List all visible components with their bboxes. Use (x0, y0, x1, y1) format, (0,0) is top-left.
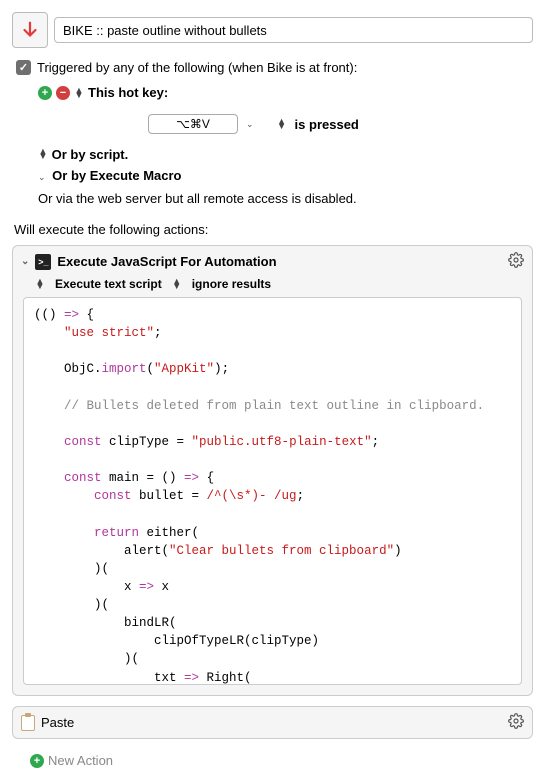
paste-action-gear-button[interactable] (508, 713, 524, 732)
hotkey-trigger-label: This hot key: (88, 85, 168, 100)
hotkey-pressed-label: is pressed (295, 117, 359, 132)
execute-javascript-action[interactable]: ⌄ >_ Execute JavaScript For Automation ▲… (12, 245, 533, 696)
download-arrow-icon (19, 19, 41, 41)
hotkey-state-stepper[interactable]: ▲▼ (277, 119, 287, 129)
action-title: Execute JavaScript For Automation (57, 254, 276, 269)
hotkey-type-chevron[interactable]: ⌄ (246, 119, 254, 130)
execute-macro-trigger-label: Or by Execute Macro (52, 168, 181, 183)
script-trigger-stepper[interactable]: ▲▼ (38, 149, 48, 159)
enabled-checkbox[interactable]: ✓ (16, 60, 31, 75)
trigger-description: Triggered by any of the following (when … (37, 60, 357, 75)
script-text-editor[interactable]: (() => { "use strict"; ObjC.import("AppK… (23, 297, 522, 685)
remove-trigger-button[interactable]: − (56, 86, 70, 100)
new-action-button[interactable]: + New Action (12, 749, 533, 768)
script-source-label: Execute text script (55, 277, 162, 291)
action-gear-button[interactable] (508, 252, 524, 271)
terminal-icon: >_ (35, 254, 51, 270)
gear-icon (508, 252, 524, 268)
action-disclose-chevron[interactable]: ⌄ (21, 256, 29, 267)
gear-icon (508, 713, 524, 729)
script-results-label: ignore results (192, 277, 271, 291)
add-trigger-button[interactable]: + (38, 86, 52, 100)
script-results-stepper[interactable]: ▲▼ (172, 279, 182, 289)
macro-icon-well[interactable] (12, 12, 48, 48)
remote-access-note: Or via the web server but all remote acc… (12, 186, 533, 216)
execute-macro-disclose[interactable]: ⌄ (38, 172, 46, 183)
script-source-stepper[interactable]: ▲▼ (35, 279, 45, 289)
clipboard-icon (21, 715, 35, 731)
hotkey-input[interactable]: ⌥⌘V (148, 114, 238, 134)
macro-title-input[interactable] (54, 17, 533, 43)
script-trigger-label: Or by script. (52, 147, 129, 162)
execute-actions-heading: Will execute the following actions: (12, 222, 533, 237)
new-action-label: New Action (48, 753, 113, 768)
plus-icon: + (30, 754, 44, 768)
paste-action-label: Paste (41, 715, 74, 730)
trigger-type-stepper[interactable]: ▲▼ (74, 88, 84, 98)
paste-action[interactable]: Paste (12, 706, 533, 739)
